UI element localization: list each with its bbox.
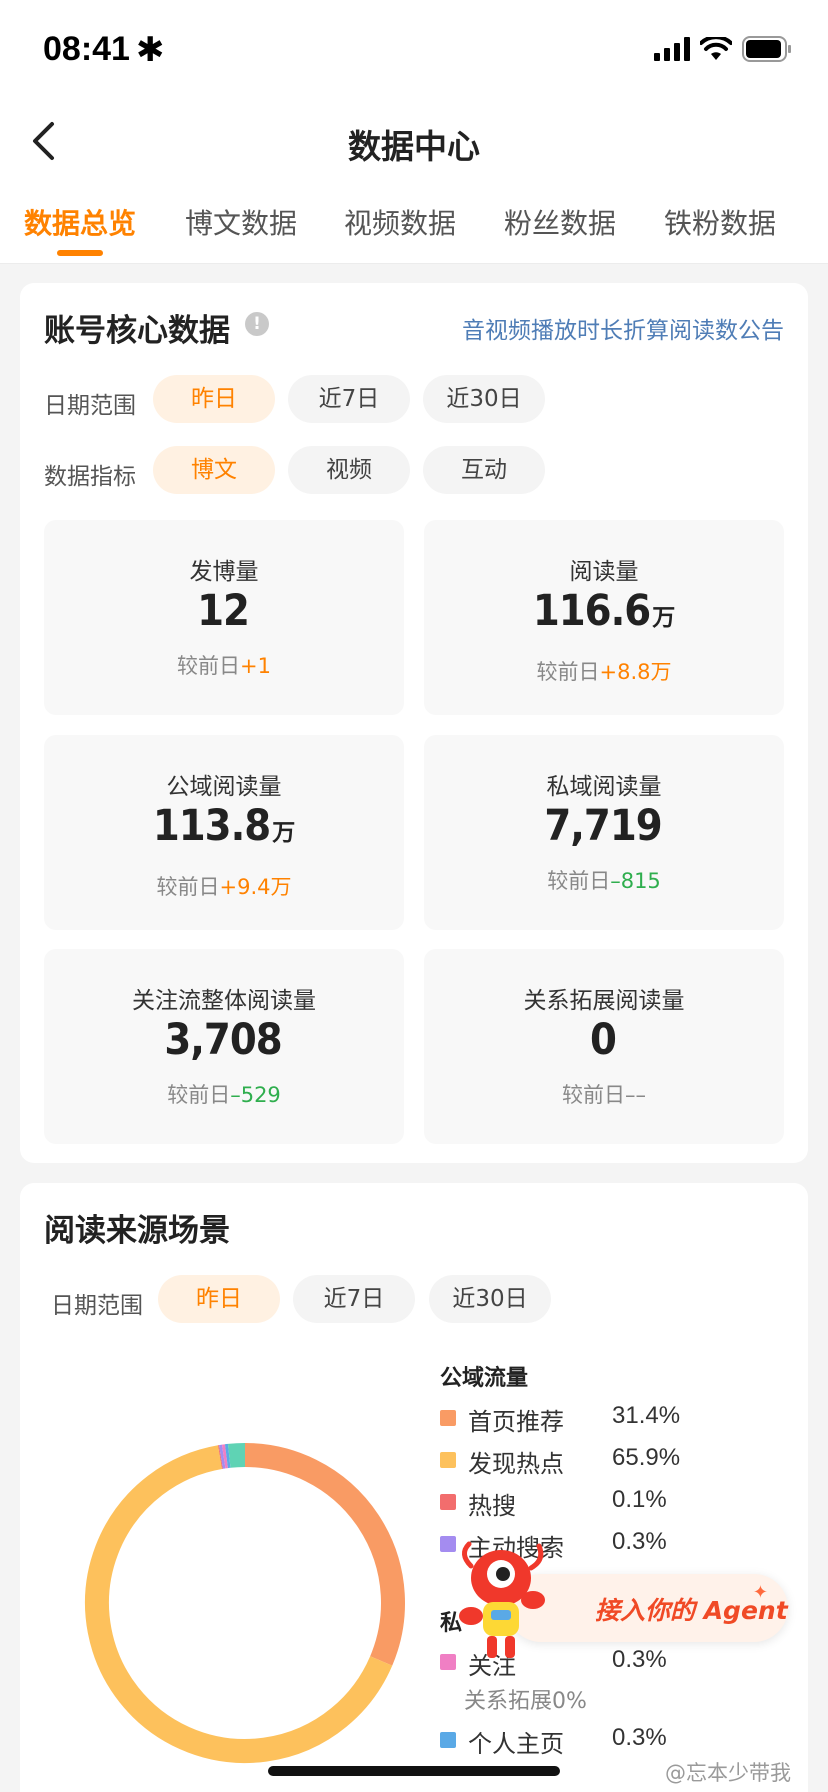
agent-pill: 接入你的 Agent ✦ <box>507 1574 788 1642</box>
tab-fans[interactable]: 粉丝数据 <box>504 202 616 242</box>
tab-overview[interactable]: 数据总览 <box>24 202 136 242</box>
stat-value: 7,719 <box>544 801 662 851</box>
agent-entry-button[interactable]: 接入你的 Agent ✦ <box>455 1538 788 1670</box>
battery-icon <box>742 36 791 62</box>
legend-swatch <box>440 1536 456 1552</box>
date-option-yesterday[interactable]: 昨日 <box>153 375 275 423</box>
stat-read-count[interactable]: 阅读量 116.6万 较前日+8.8万 <box>424 520 784 715</box>
status-time: 08:41 <box>43 30 130 68</box>
stat-value: 0 <box>590 1015 617 1065</box>
status-bar: 08:41 ✱ <box>0 0 828 100</box>
stat-compare: 较前日–815 <box>547 869 661 893</box>
legend-swatch <box>440 1732 456 1748</box>
core-data-card: 账号核心数据 ! 音视频播放时长折算阅读数公告 日期范围 昨日 近7日 近30日… <box>20 283 808 1163</box>
stat-label: 关系拓展阅读量 <box>523 988 685 1014</box>
stat-label: 阅读量 <box>569 559 639 585</box>
metric-option-posts[interactable]: 博文 <box>153 446 275 494</box>
read-source-card: 阅读来源场景 日期范围 昨日 近7日 近30日 公域流量 首页推荐 31.4% … <box>20 1183 808 1792</box>
wifi-icon <box>700 37 732 60</box>
stat-private-read[interactable]: 私域阅读量 7,719 较前日–815 <box>424 735 784 930</box>
tab-iron-fans[interactable]: 铁粉数据 <box>664 202 776 242</box>
page-title: 数据中心 <box>348 127 480 166</box>
core-data-title: 账号核心数据 <box>44 313 230 349</box>
date-range-label: 日期范围 <box>44 393 136 419</box>
stat-label: 发博量 <box>189 559 259 585</box>
cellular-signal-icon <box>654 37 690 61</box>
navigation-bar: 数据中心 <box>0 100 828 182</box>
stat-value: 113.8万 <box>152 801 296 851</box>
stat-post-count[interactable]: 发博量 12 较前日+1 <box>44 520 404 715</box>
legend-swatch <box>440 1452 456 1468</box>
tab-videos[interactable]: 视频数据 <box>344 202 456 242</box>
relation-expand-note: 关系拓展0% <box>464 1689 587 1714</box>
date-range-label: 日期范围 <box>51 1293 143 1319</box>
donut-segment-0[interactable] <box>244 1443 405 1666</box>
donut-segment-6[interactable] <box>227 1443 246 1468</box>
stat-value: 116.6万 <box>532 586 676 636</box>
metric-option-interaction[interactable]: 互动 <box>423 446 545 494</box>
stat-public-read[interactable]: 公域阅读量 113.8万 较前日+9.4万 <box>44 735 404 930</box>
stat-compare: 较前日–– <box>562 1083 646 1107</box>
info-icon[interactable]: ! <box>245 312 269 336</box>
stat-label: 关注流整体阅读量 <box>132 988 316 1014</box>
mascot-icon <box>459 1541 545 1658</box>
date-option-7days[interactable]: 近7日 <box>288 375 410 423</box>
stat-compare: 较前日+1 <box>177 654 271 678</box>
stat-relation-read[interactable]: 关系拓展阅读量 0 较前日–– <box>424 949 784 1144</box>
legend-swatch <box>440 1410 456 1426</box>
status-icons <box>654 36 792 62</box>
tab-posts[interactable]: 博文数据 <box>185 202 297 242</box>
stat-value: 3,708 <box>164 1015 282 1065</box>
source-date-option-7days[interactable]: 近7日 <box>293 1275 415 1323</box>
stat-compare: 较前日+8.8万 <box>536 660 672 684</box>
notice-link[interactable]: 音视频播放时长折算阅读数公告 <box>462 311 784 345</box>
stat-label: 私域阅读量 <box>546 774 662 800</box>
source-date-option-yesterday[interactable]: 昨日 <box>158 1275 280 1323</box>
stat-label: 公域阅读量 <box>166 774 282 800</box>
home-indicator <box>268 1766 560 1776</box>
legend-swatch <box>440 1654 456 1670</box>
date-option-30days[interactable]: 近30日 <box>423 375 545 423</box>
sparkle-icon: ✦ <box>752 1582 768 1603</box>
stat-value: 12 <box>197 586 250 636</box>
metric-option-video[interactable]: 视频 <box>288 446 410 494</box>
legend-swatch <box>440 1494 456 1510</box>
legend-public-title: 公域流量 <box>440 1366 529 1391</box>
stat-follow-feed-read[interactable]: 关注流整体阅读量 3,708 较前日–529 <box>44 949 404 1144</box>
source-date-option-30days[interactable]: 近30日 <box>429 1275 551 1323</box>
read-source-title: 阅读来源场景 <box>44 1213 230 1249</box>
stat-compare: 较前日+9.4万 <box>156 875 292 899</box>
watermark: @忘本少带我 <box>665 1761 791 1785</box>
read-source-donut-chart[interactable] <box>80 1438 410 1768</box>
tab-active-indicator <box>57 250 103 256</box>
tab-bar: 数据总览 博文数据 视频数据 粉丝数据 铁粉数据 <box>0 182 828 264</box>
status-activity-icon: ✱ <box>136 30 165 70</box>
stat-compare: 较前日–529 <box>167 1083 281 1107</box>
metric-label: 数据指标 <box>44 464 136 490</box>
